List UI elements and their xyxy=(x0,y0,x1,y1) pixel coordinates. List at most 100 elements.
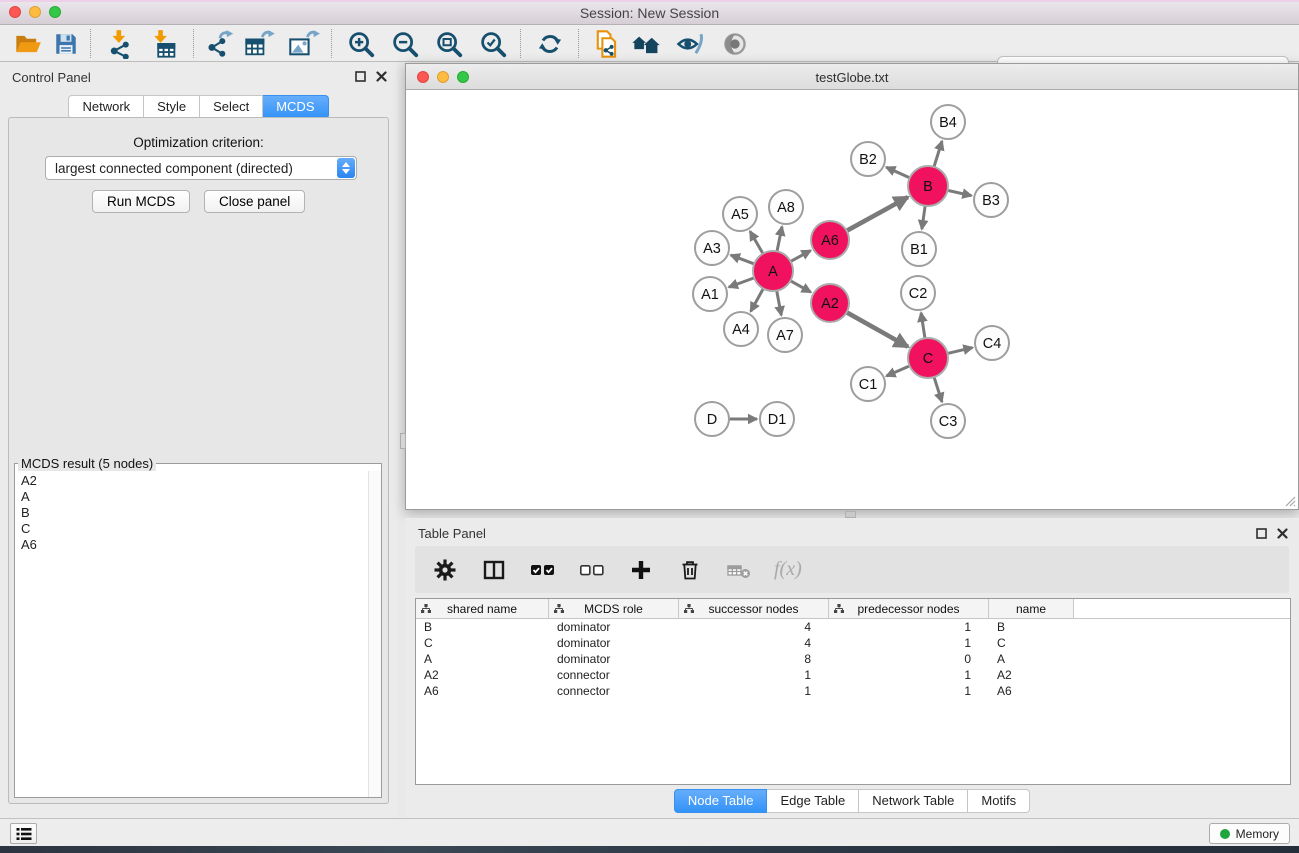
tab-network-table[interactable]: Network Table xyxy=(859,789,968,813)
copy-network-documents-icon[interactable] xyxy=(591,28,623,60)
table-row[interactable]: Bdominator41B xyxy=(416,619,1290,635)
float-table-panel-icon[interactable] xyxy=(1256,528,1267,539)
table-cell[interactable]: 4 xyxy=(679,619,829,635)
table-cell[interactable]: A xyxy=(416,651,549,667)
select-all-checkboxes-icon[interactable] xyxy=(529,556,557,584)
table-row[interactable]: Adominator80A xyxy=(416,651,1290,667)
graph-edge-C-C4[interactable] xyxy=(946,348,972,354)
table-cell[interactable]: 1 xyxy=(679,683,829,699)
table-cell[interactable]: dominator xyxy=(549,619,679,635)
network-window-titlebar[interactable]: testGlobe.txt xyxy=(406,64,1298,90)
resize-grip-icon[interactable] xyxy=(1283,494,1296,507)
table-cell[interactable]: 1 xyxy=(829,619,989,635)
zoom-in-icon[interactable] xyxy=(345,28,377,60)
horizontal-splitter-handle[interactable] xyxy=(845,511,856,518)
graph-edge-A-A5[interactable] xyxy=(750,231,763,254)
column-header-shared-name[interactable]: shared name xyxy=(416,599,549,618)
table-cell[interactable]: 1 xyxy=(829,683,989,699)
graph-edge-A-A4[interactable] xyxy=(751,288,764,312)
table-cell[interactable]: A2 xyxy=(416,667,549,683)
graph-edge-A-A3[interactable] xyxy=(731,255,756,264)
graph-edge-A-A1[interactable] xyxy=(729,278,755,288)
tab-select[interactable]: Select xyxy=(200,95,263,119)
mcds-list-scrollbar[interactable] xyxy=(368,471,381,797)
close-panel-button[interactable]: Close panel xyxy=(204,190,305,213)
column-header-predecessor-nodes[interactable]: predecessor nodes xyxy=(829,599,989,618)
table-row[interactable]: Cdominator41C xyxy=(416,635,1290,651)
column-layout-icon[interactable] xyxy=(480,556,508,584)
table-cell[interactable]: 0 xyxy=(829,651,989,667)
graph-edge-B-B2[interactable] xyxy=(886,167,910,178)
export-table-icon[interactable] xyxy=(244,28,276,60)
table-cell[interactable]: B xyxy=(416,619,549,635)
graph-edge-B-B3[interactable] xyxy=(947,190,972,196)
import-table-icon[interactable] xyxy=(148,28,180,60)
graph-edge-A-A2[interactable] xyxy=(790,280,811,292)
table-cell[interactable]: 1 xyxy=(679,667,829,683)
splitter-handle[interactable] xyxy=(400,433,406,449)
graph-edge-C-C2[interactable] xyxy=(921,313,925,339)
table-cell[interactable]: B xyxy=(989,619,1074,635)
graph-edge-A2-C[interactable] xyxy=(846,312,908,347)
export-image-icon[interactable] xyxy=(288,28,320,60)
table-cell[interactable]: 1 xyxy=(829,667,989,683)
table-cell[interactable]: 1 xyxy=(829,635,989,651)
table-cell[interactable]: A6 xyxy=(416,683,549,699)
save-session-icon[interactable] xyxy=(50,28,82,60)
graph-edge-B-B1[interactable] xyxy=(922,205,925,229)
delete-column-trash-icon[interactable] xyxy=(676,556,704,584)
memory-button[interactable]: Memory xyxy=(1209,823,1290,844)
run-mcds-button[interactable]: Run MCDS xyxy=(92,190,190,213)
open-session-icon[interactable] xyxy=(12,28,44,60)
float-panel-icon[interactable] xyxy=(355,71,366,82)
network-graph-canvas[interactable]: B4B2BB3A5A8A6A3B1AA1C2A2A4A7C4CC1C3DD1 xyxy=(406,90,1298,509)
table-cell[interactable]: connector xyxy=(549,683,679,699)
graph-edge-A-A7[interactable] xyxy=(777,290,782,316)
close-panel-icon[interactable] xyxy=(376,71,387,82)
graph-edge-A6-B[interactable] xyxy=(846,197,908,231)
zoom-selected-icon[interactable] xyxy=(477,28,509,60)
tab-network[interactable]: Network xyxy=(68,95,144,119)
zoom-out-icon[interactable] xyxy=(389,28,421,60)
table-cell[interactable]: 8 xyxy=(679,651,829,667)
table-cell[interactable]: connector xyxy=(549,667,679,683)
mcds-result-item[interactable]: B xyxy=(16,505,367,521)
table-cell[interactable]: dominator xyxy=(549,651,679,667)
deselect-all-checkboxes-icon[interactable] xyxy=(578,556,606,584)
add-column-icon[interactable] xyxy=(627,556,655,584)
close-table-panel-icon[interactable] xyxy=(1277,528,1288,539)
table-cell[interactable]: C xyxy=(989,635,1074,651)
delete-table-icon[interactable] xyxy=(725,556,753,584)
export-network-icon[interactable] xyxy=(204,28,236,60)
task-history-button[interactable] xyxy=(10,823,37,844)
tab-style[interactable]: Style xyxy=(144,95,200,119)
refresh-layout-icon[interactable] xyxy=(534,28,566,60)
table-cell[interactable]: C xyxy=(416,635,549,651)
tab-motifs[interactable]: Motifs xyxy=(968,789,1030,813)
tab-node-table[interactable]: Node Table xyxy=(674,789,768,813)
graph-edge-C-C1[interactable] xyxy=(886,366,910,376)
table-cell[interactable]: dominator xyxy=(549,635,679,651)
show-graphics-details-icon[interactable] xyxy=(674,28,706,60)
column-header-successor-nodes[interactable]: successor nodes xyxy=(679,599,829,618)
mcds-result-item[interactable]: C xyxy=(16,521,367,537)
tab-edge-table[interactable]: Edge Table xyxy=(767,789,859,813)
table-cell[interactable]: A6 xyxy=(989,683,1074,699)
criterion-dropdown[interactable]: largest connected component (directed) xyxy=(45,156,357,180)
home-neighbors-icon[interactable] xyxy=(630,28,662,60)
tab-mcds[interactable]: MCDS xyxy=(263,95,328,119)
import-network-icon[interactable] xyxy=(104,28,136,60)
table-cell[interactable]: 4 xyxy=(679,635,829,651)
mcds-result-item[interactable]: A2 xyxy=(16,473,367,489)
column-header-MCDS-role[interactable]: MCDS role xyxy=(549,599,679,618)
table-cell[interactable]: A2 xyxy=(989,667,1074,683)
column-header-name[interactable]: name xyxy=(989,599,1074,618)
graph-edge-B-B4[interactable] xyxy=(934,141,942,168)
mcds-result-item[interactable]: A6 xyxy=(16,537,367,553)
preview-eye-icon[interactable] xyxy=(719,28,751,60)
graph-edge-A-A8[interactable] xyxy=(777,227,782,253)
zoom-fit-icon[interactable] xyxy=(433,28,465,60)
graph-edge-C-C3[interactable] xyxy=(934,376,942,402)
table-row[interactable]: A6connector11A6 xyxy=(416,683,1290,699)
settings-gear-icon[interactable] xyxy=(431,556,459,584)
